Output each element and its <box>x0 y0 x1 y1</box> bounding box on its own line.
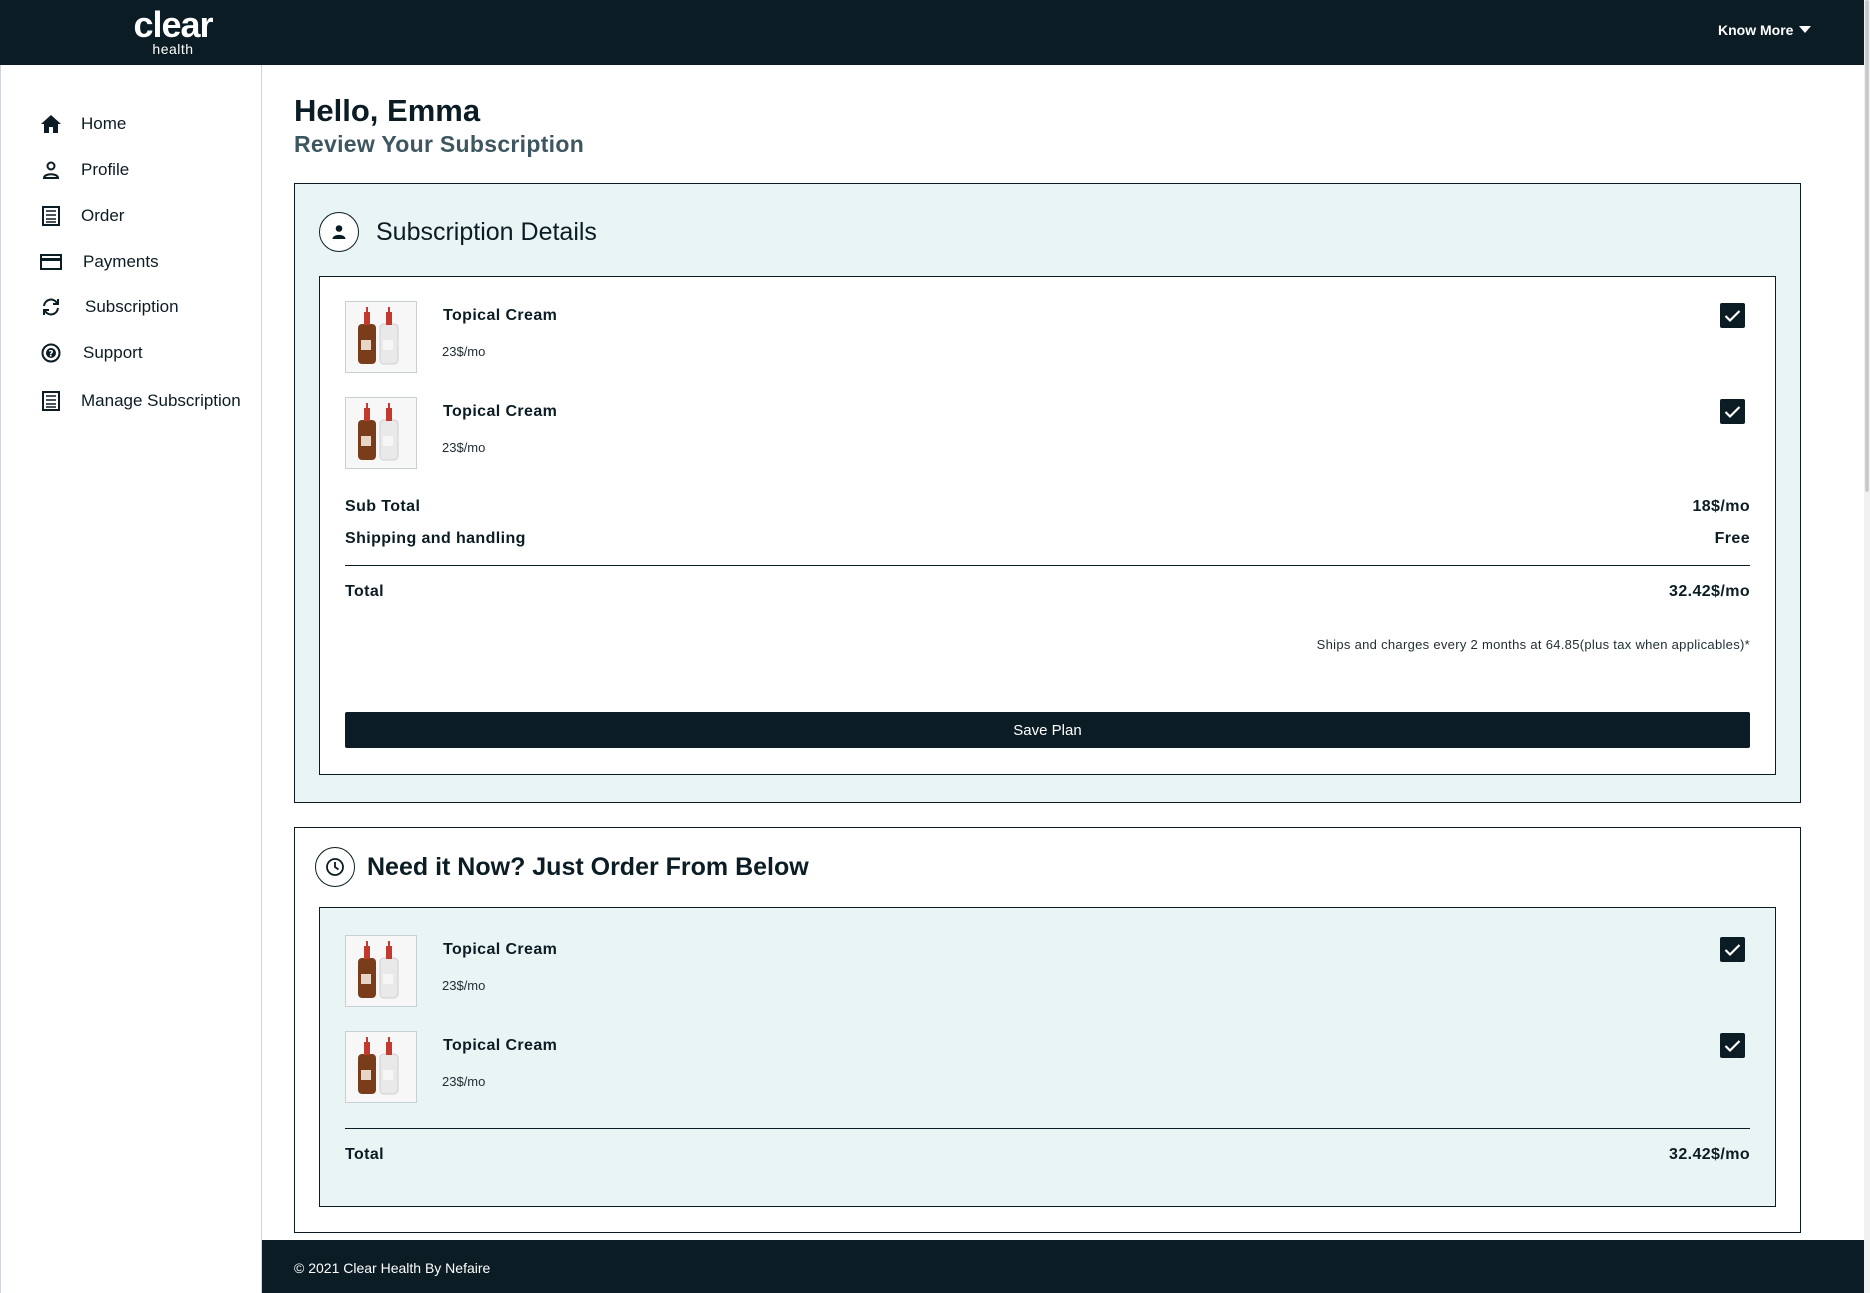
sidebar-item-order[interactable]: Order <box>39 201 124 231</box>
sidebar-item-subscription[interactable]: Subscription <box>39 292 179 322</box>
sidebar-item-label: Order <box>81 206 125 225</box>
checkmark-icon <box>1724 309 1741 322</box>
checkmark-icon <box>1724 1039 1741 1052</box>
shipping-value: Free <box>1714 530 1750 547</box>
sidebar-item-support[interactable]: ? Support <box>39 338 143 368</box>
sidebar: Home Profile Order Payments Subscription… <box>0 65 262 1293</box>
sidebar-item-label: Manage Subscription <box>81 391 241 410</box>
greeting-heading: Hello, Emma <box>294 93 481 128</box>
product-checkbox[interactable] <box>1720 937 1745 962</box>
list-item: Topical Cream 23$/mo <box>345 1031 1755 1105</box>
subscription-details-title: Subscription Details <box>376 217 597 246</box>
product-price: 23$/mo <box>442 1074 486 1089</box>
copyright-text: © 2021 Clear Health By Nefaire <box>294 1260 491 1276</box>
checkmark-icon <box>1724 405 1741 418</box>
sidebar-item-home[interactable]: Home <box>39 109 126 139</box>
shipping-row: Shipping and handling Free <box>345 530 1750 548</box>
shipping-label: Shipping and handling <box>345 530 526 547</box>
sidebar-item-label: Home <box>81 114 127 133</box>
home-icon <box>39 112 63 136</box>
product-name: Topical Cream <box>443 941 558 958</box>
sidebar-item-label: Payments <box>83 252 159 271</box>
total-label: Total <box>345 583 385 600</box>
subtotal-label: Sub Total <box>345 498 421 515</box>
person-icon <box>39 158 63 182</box>
clock-icon <box>315 847 355 887</box>
subscription-details-header: Subscription Details <box>319 212 597 252</box>
know-more-label: Know More <box>1718 22 1794 38</box>
top-navbar: clear health Know More <box>0 0 1864 65</box>
billing-note: Ships and charges every 2 months at 64.8… <box>1316 637 1750 652</box>
svg-text:?: ? <box>48 350 53 360</box>
subscription-details-panel: Subscription Details Topical Cream 23$/m… <box>294 183 1801 803</box>
subtotal-row: Sub Total 18$/mo <box>345 498 1750 516</box>
page-footer: © 2021 Clear Health By Nefaire <box>262 1240 1864 1293</box>
subtotal-value: 18$/mo <box>1692 498 1750 515</box>
order-now-header: Need it Now? Just Order From Below <box>315 847 809 887</box>
know-more-dropdown[interactable]: Know More <box>1718 22 1812 38</box>
page-scrollbar[interactable] <box>1864 0 1870 1293</box>
product-price: 23$/mo <box>442 978 486 993</box>
total-row: Total 32.42$/mo <box>345 1146 1750 1164</box>
product-checkbox[interactable] <box>1720 303 1745 328</box>
sidebar-item-label: Subscription <box>85 297 179 316</box>
sidebar-item-label: Profile <box>81 160 130 179</box>
credit-card-icon <box>39 250 63 274</box>
clear-health-logo[interactable]: clear health <box>126 6 220 60</box>
product-image[interactable] <box>345 397 417 469</box>
list-icon <box>39 389 63 413</box>
product-price: 23$/mo <box>442 344 486 359</box>
product-image[interactable] <box>345 301 417 373</box>
list-item: Topical Cream 23$/mo <box>345 397 1755 471</box>
caret-down-icon <box>1799 26 1812 33</box>
list-item: Topical Cream 23$/mo <box>345 935 1755 1009</box>
product-name: Topical Cream <box>443 403 558 420</box>
main-content: Hello, Emma Review Your Subscription Sub… <box>262 65 1864 1240</box>
total-value: 32.42$/mo <box>1669 583 1750 600</box>
product-image[interactable] <box>345 1031 417 1103</box>
total-value: 32.42$/mo <box>1669 1146 1750 1163</box>
subscription-details-card: Topical Cream 23$/mo Topical Cream 23$/m… <box>319 276 1776 775</box>
sidebar-item-label: Support <box>83 343 143 362</box>
total-row: Total 32.42$/mo <box>345 583 1750 601</box>
order-now-panel: Need it Now? Just Order From Below Topic… <box>294 827 1801 1233</box>
order-now-title: Need it Now? Just Order From Below <box>367 852 809 881</box>
divider <box>345 565 1750 566</box>
product-name: Topical Cream <box>443 307 558 324</box>
logo-word: clear <box>133 4 213 45</box>
total-label: Total <box>345 1146 385 1163</box>
sidebar-item-manage-subscription[interactable]: Manage Subscription <box>39 386 241 416</box>
divider <box>345 1128 1750 1129</box>
user-icon <box>319 212 359 252</box>
product-checkbox[interactable] <box>1720 399 1745 424</box>
product-price: 23$/mo <box>442 440 486 455</box>
help-icon: ? <box>39 341 63 365</box>
page-subtitle: Review Your Subscription <box>294 131 585 157</box>
checkmark-icon <box>1724 943 1741 956</box>
order-now-card: Topical Cream 23$/mo Topical Cream 23$/m… <box>319 907 1776 1207</box>
refresh-icon <box>39 295 63 319</box>
save-plan-button[interactable]: Save Plan <box>345 712 1750 748</box>
sidebar-item-profile[interactable]: Profile <box>39 155 129 185</box>
product-image[interactable] <box>345 935 417 1007</box>
product-name: Topical Cream <box>443 1037 558 1054</box>
list-item: Topical Cream 23$/mo <box>345 301 1755 375</box>
product-checkbox[interactable] <box>1720 1033 1745 1058</box>
sidebar-item-payments[interactable]: Payments <box>39 247 159 277</box>
list-icon <box>39 204 63 228</box>
scrollbar-thumb[interactable] <box>1865 0 1869 492</box>
